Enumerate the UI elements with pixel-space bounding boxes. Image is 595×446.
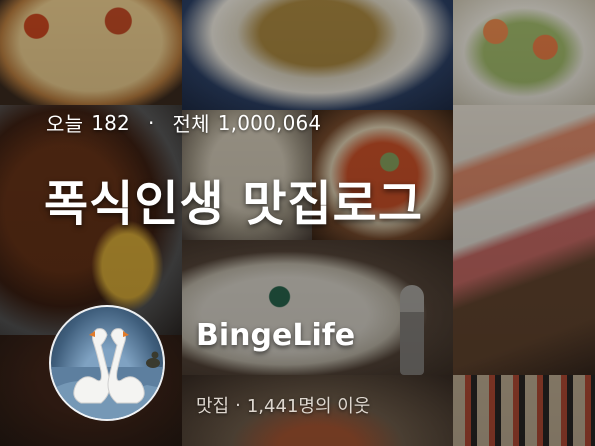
swan-icon [51,328,163,419]
today-count: 182 [91,110,130,135]
neighbor-count[interactable]: 1,441명의 이웃 [247,392,371,418]
visitor-stats: 오늘 182 · 전체 1,000,064 [46,108,321,137]
blog-category: 맛집 [196,396,230,417]
meta-separator: · [235,394,241,416]
blog-cover: 오늘 182 · 전체 1,000,064 폭식인생 맛집로그 BingeLif… [0,0,595,446]
total-label: 전체 [172,112,210,136]
total-count: 1,000,064 [217,110,322,135]
today-label: 오늘 [46,112,84,136]
profile-avatar[interactable] [49,305,165,421]
blog-title[interactable]: 폭식인생 맛집로그 [44,164,423,234]
blogger-name[interactable]: BingeLife [196,318,355,353]
stats-separator: · [147,110,155,135]
blog-meta: 맛집 · 1,441명의 이웃 [196,392,370,418]
